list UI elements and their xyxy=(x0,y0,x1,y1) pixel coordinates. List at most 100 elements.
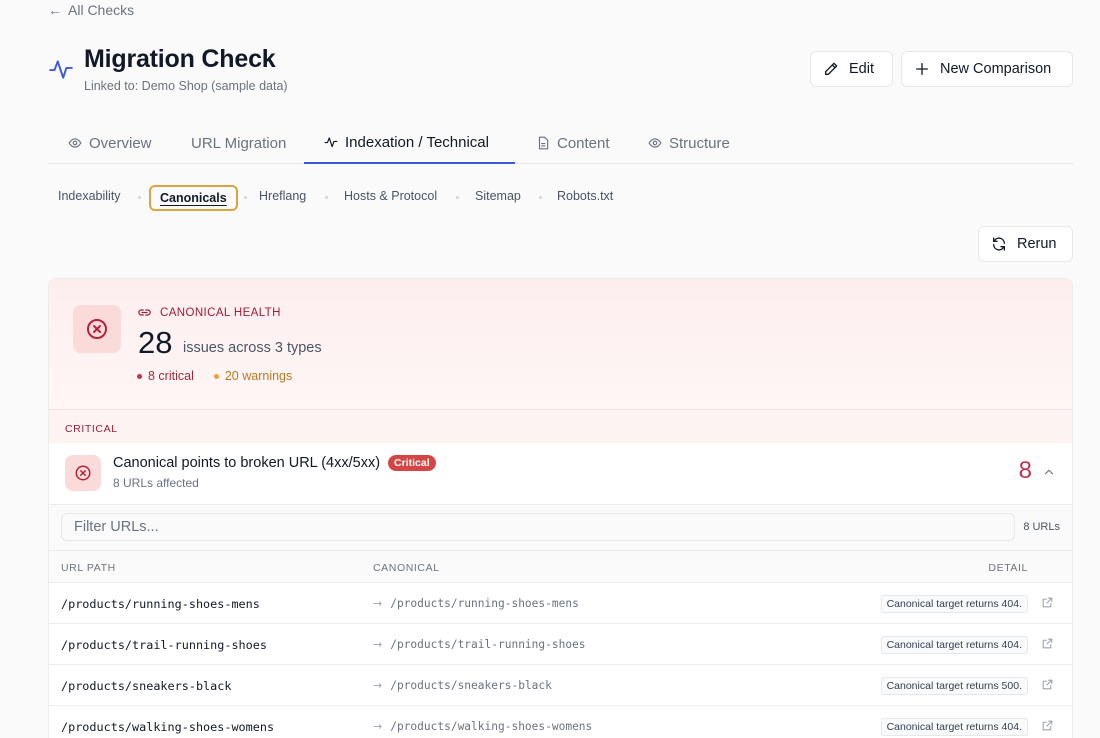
separator-dot xyxy=(539,196,542,199)
table-header: URL PATH CANONICAL DETAIL xyxy=(49,551,1072,583)
pulse-icon xyxy=(49,60,73,79)
health-label: CANONICAL HEALTH xyxy=(137,305,281,320)
external-link-icon[interactable] xyxy=(1041,678,1054,691)
tab-content[interactable]: Content xyxy=(536,122,610,164)
x-circle-icon xyxy=(75,465,91,481)
tab-overview[interactable]: Overview xyxy=(68,122,152,164)
external-link-icon[interactable] xyxy=(1041,637,1054,650)
tab-label: URL Migration xyxy=(191,134,287,152)
edit-button-label: Edit xyxy=(849,61,874,77)
detail-tag: Canonical target returns 404. xyxy=(880,718,1028,736)
canonical-value: /products/trail-running-shoes xyxy=(390,638,586,651)
tab-indexation-technical[interactable]: Indexation / Technical xyxy=(304,122,515,164)
link-icon xyxy=(138,309,151,316)
subtab-hosts-protocol[interactable]: Hosts & Protocol xyxy=(344,189,437,203)
url-path-cell: /products/running-shoes-mens xyxy=(61,597,260,611)
arrow-right-icon: → xyxy=(373,638,383,651)
canonical-cell: → /products/running-shoes-mens xyxy=(373,597,579,610)
rerun-label: Rerun xyxy=(1017,236,1057,252)
column-header-detail: DETAIL xyxy=(988,562,1028,574)
page-title: Migration Check xyxy=(84,45,276,73)
external-link-icon[interactable] xyxy=(1041,719,1054,732)
error-icon-box xyxy=(65,455,101,491)
critical-badge: Critical xyxy=(388,455,436,471)
separator-dot xyxy=(456,196,459,199)
subtab-indexability[interactable]: Indexability xyxy=(58,189,121,203)
x-circle-icon xyxy=(87,319,107,339)
issue-title-text: Canonical points to broken URL (4xx/5xx) xyxy=(113,455,381,471)
page-subtitle: Linked to: Demo Shop (sample data) xyxy=(84,79,288,93)
separator-dot xyxy=(138,196,141,199)
critical-section-header: CRITICAL xyxy=(49,409,1072,443)
external-link-icon[interactable] xyxy=(1041,596,1054,609)
arrow-right-icon: → xyxy=(373,720,383,733)
canonical-cell: → /products/sneakers-black xyxy=(373,679,552,692)
chevron-up-icon[interactable] xyxy=(1042,465,1056,479)
eye-icon xyxy=(648,138,662,148)
url-path-cell: /products/trail-running-shoes xyxy=(61,638,267,652)
pulse-icon xyxy=(324,137,338,148)
refresh-icon xyxy=(993,237,1005,251)
canonical-value: /products/running-shoes-mens xyxy=(390,597,579,610)
issue-total: 28 xyxy=(138,325,173,360)
canonical-cell: → /products/walking-shoes-womens xyxy=(373,720,592,733)
separator-dot xyxy=(244,196,247,199)
warning-count: 20 warnings xyxy=(224,369,293,383)
detail-tag: Canonical target returns 404. xyxy=(880,636,1028,654)
eye-icon xyxy=(68,138,82,148)
issue-count: 8 xyxy=(1018,457,1032,484)
severity-summary: 8 critical 20 warnings xyxy=(137,369,292,383)
issue-total-description: issues across 3 types xyxy=(183,340,322,356)
warning-dot xyxy=(213,373,219,379)
arrow-right-icon: → xyxy=(373,597,383,610)
back-link[interactable]: ← All Checks xyxy=(48,2,134,18)
critical-section-label: CRITICAL xyxy=(65,423,118,435)
health-summary: CANONICAL HEALTH 28 issues across 3 type… xyxy=(49,279,1072,409)
table-row: /products/sneakers-black → /products/snea… xyxy=(49,665,1072,706)
critical-dot xyxy=(137,373,142,379)
url-path-cell: /products/walking-shoes-womens xyxy=(61,720,275,734)
document-icon xyxy=(538,136,549,150)
filter-bar: 8 URLs xyxy=(49,505,1072,551)
table-row: /products/trail-running-shoes → /products… xyxy=(49,624,1072,665)
pencil-icon xyxy=(825,62,838,75)
tab-label: Overview xyxy=(89,134,152,152)
arrow-right-icon: → xyxy=(373,679,383,692)
tab-label: Indexation / Technical xyxy=(345,133,489,151)
tab-label: Structure xyxy=(669,134,730,152)
issue-title: Canonical points to broken URL (4xx/5xx)… xyxy=(113,455,436,471)
new-comparison-button[interactable]: New Comparison xyxy=(901,51,1073,87)
edit-button[interactable]: Edit xyxy=(810,51,893,87)
arrow-left-icon: ← xyxy=(48,2,62,18)
back-link-label: All Checks xyxy=(68,2,135,18)
new-comparison-label: New Comparison xyxy=(940,61,1052,77)
url-count: 8 URLs xyxy=(1023,521,1060,533)
error-icon-box xyxy=(73,305,121,353)
table-row: /products/walking-shoes-womens → /product… xyxy=(49,706,1072,738)
critical-count: 8 critical xyxy=(148,369,194,383)
subtab-hreflang[interactable]: Hreflang xyxy=(259,189,306,203)
separator-dot xyxy=(325,196,328,199)
issue-row[interactable]: Canonical points to broken URL (4xx/5xx)… xyxy=(49,443,1072,505)
issue-affected-count: 8 URLs affected xyxy=(113,476,199,490)
main-tabs: Overview URL Migration Indexation / Tech… xyxy=(48,122,1073,164)
detail-tag: Canonical target returns 404. xyxy=(880,595,1028,613)
subtab-sitemap[interactable]: Sitemap xyxy=(475,189,521,203)
subtab-robots-txt[interactable]: Robots.txt xyxy=(557,189,613,203)
canonical-value: /products/walking-shoes-womens xyxy=(390,720,593,733)
tab-structure[interactable]: Structure xyxy=(648,122,730,164)
tab-url-migration[interactable]: URL Migration xyxy=(191,122,286,164)
subtab-canonicals[interactable]: Canonicals xyxy=(149,185,238,211)
plus-icon xyxy=(916,63,928,75)
canonical-health-card: CANONICAL HEALTH 28 issues across 3 type… xyxy=(48,278,1073,738)
health-label-text: CANONICAL HEALTH xyxy=(160,306,281,319)
filter-urls-input[interactable] xyxy=(61,513,1015,541)
url-path-cell: /products/sneakers-black xyxy=(61,679,232,693)
rerun-button[interactable]: Rerun xyxy=(978,226,1073,262)
column-header-url-path: URL PATH xyxy=(61,562,116,574)
column-header-canonical: CANONICAL xyxy=(373,562,440,574)
canonical-cell: → /products/trail-running-shoes xyxy=(373,638,586,651)
canonical-value: /products/sneakers-black xyxy=(390,679,552,692)
table-row: /products/running-shoes-mens → /products/… xyxy=(49,583,1072,624)
detail-tag: Canonical target returns 500. xyxy=(880,677,1028,695)
